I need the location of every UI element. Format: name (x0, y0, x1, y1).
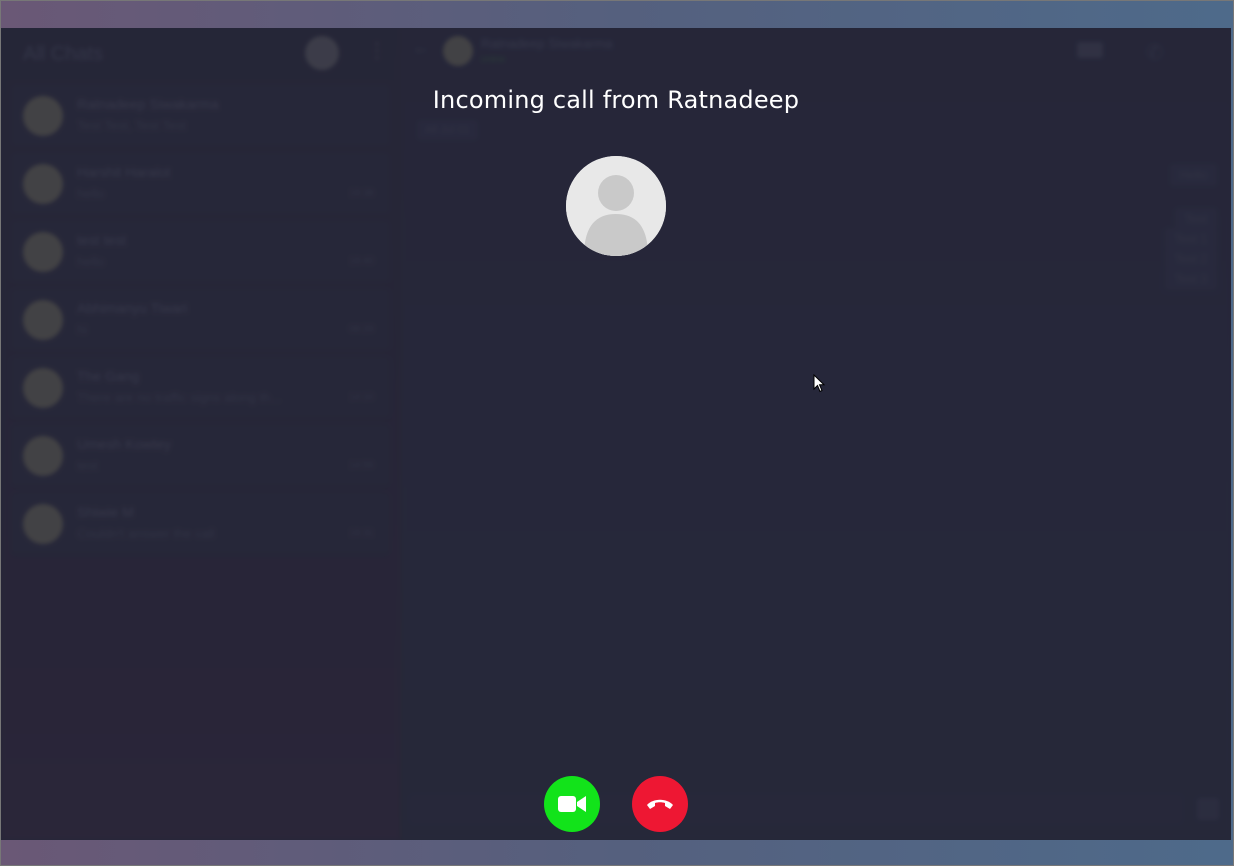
accept-video-call-button[interactable] (544, 776, 600, 832)
mouse-cursor-icon (813, 374, 826, 393)
incoming-call-overlay (1, 28, 1231, 840)
caller-avatar (566, 156, 666, 256)
decline-call-button[interactable] (632, 776, 688, 832)
video-camera-icon (558, 796, 586, 812)
incoming-call-title: Incoming call from Ratnadeep (432, 86, 800, 114)
default-user-icon (566, 156, 666, 256)
phone-hangup-icon (647, 799, 673, 809)
